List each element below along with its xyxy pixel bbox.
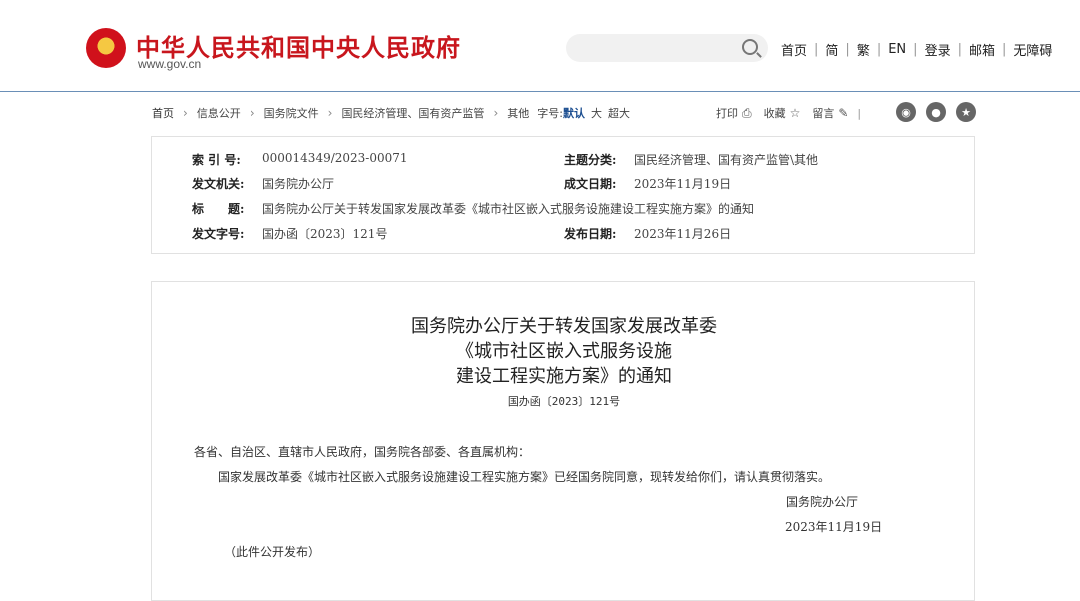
printer-icon: ⎙ (742, 105, 752, 120)
breadcrumb-economy[interactable]: 国民经济管理、国有资产监管 (341, 105, 484, 121)
salutation: 各省、自治区、直辖市人民政府，国务院各部委、各直属机构： (194, 445, 531, 459)
meta-row-title: 标 题: 国务院办公厅关于转发国家发展改革委《城市社区嵌入式服务设施建设工程实施… (192, 200, 754, 218)
font-size-xlarge[interactable]: 超大 (608, 105, 630, 121)
divider: | (913, 42, 918, 57)
article-title: 国务院办公厅关于转发国家发展改革委 《城市社区嵌入式服务设施 建设工程实施方案》… (152, 314, 976, 389)
search-icon[interactable] (742, 39, 758, 55)
pencil-icon: ✎ (838, 106, 849, 120)
article-title-line: 国务院办公厅关于转发国家发展改革委 (411, 316, 717, 337)
article-title-line: 建设工程实施方案》的通知 (456, 366, 672, 387)
divider: | (850, 106, 862, 120)
print-button[interactable]: 打印 ⎙ (716, 105, 752, 121)
font-size-label: 字号: (537, 107, 563, 120)
weibo-icon[interactable]: ◉ (896, 102, 916, 122)
created-value: 2023年11月19日 (634, 177, 732, 191)
star-outline-icon: ☆ (789, 106, 801, 120)
breadcrumb-home[interactable]: 首页 (152, 105, 174, 121)
title-value: 国务院办公厅关于转发国家发展改革委《城市社区嵌入式服务设施建设工程实施方案》的通… (262, 202, 755, 216)
chevron-right-icon: › (493, 106, 499, 120)
divider: | (876, 42, 882, 57)
published-value: 2023年11月26日 (634, 227, 732, 241)
index-label: 索 引 号: (192, 153, 241, 167)
divider: | (957, 42, 962, 57)
topic-value: 国民经济管理、国有资产监管\其他 (634, 153, 819, 167)
article-tools: 打印 ⎙ 收藏 ☆ 留言 ✎ | (716, 105, 873, 121)
comment-label: 留言 (812, 107, 835, 120)
meta-row-issuer: 发文机关: 国务院办公厅 (192, 175, 334, 193)
favorite-label: 收藏 (763, 107, 786, 120)
meta-row-index: 索 引 号: 000014349/2023-00071 (192, 151, 408, 169)
issuer-label: 发文机关: (192, 177, 245, 191)
breadcrumb-other[interactable]: 其他 (507, 105, 529, 121)
top-links: 首页 | 简 | 繁 | EN | 登录 | 邮箱 | 无障碍 (781, 40, 1052, 59)
site-url[interactable]: www.gov.cn (138, 57, 201, 71)
document-metadata: 索 引 号: 000014349/2023-00071 主题分类: 国民经济管理… (151, 136, 975, 254)
meta-row-published: 发布日期: 2023年11月26日 (564, 225, 731, 243)
article-title-line: 《城市社区嵌入式服务设施 (456, 341, 672, 362)
breadcrumb-state-council-docs[interactable]: 国务院文件 (264, 105, 319, 121)
link-traditional[interactable]: 繁 (857, 40, 870, 59)
meta-row-created: 成文日期: 2023年11月19日 (564, 175, 731, 193)
share-icons: ◉ ● ★ (896, 102, 976, 122)
print-label: 打印 (716, 107, 738, 120)
docno-value: 国办函〔2023〕121号 (262, 227, 388, 241)
title-label: 标 题: (192, 202, 245, 216)
site-header: 中华人民共和国中央人民政府 www.gov.cn 首页 | 简 | 繁 | EN | 登… (0, 0, 1080, 92)
link-english[interactable]: EN (888, 42, 906, 57)
font-size-default[interactable]: 默认 (563, 105, 585, 121)
link-mail[interactable]: 邮箱 (969, 40, 995, 59)
divider: | (1001, 42, 1007, 57)
signature: 国务院办公厅 (786, 495, 859, 509)
chevron-right-icon: › (327, 106, 333, 120)
search-input[interactable] (566, 34, 768, 62)
chevron-right-icon: › (249, 106, 255, 120)
breadcrumb: 首页 › 信息公开 › 国务院文件 › 国民经济管理、国有资产监管 › 其他 字… (152, 105, 630, 121)
link-simplified[interactable]: 简 (825, 40, 838, 59)
link-accessibility[interactable]: 无障碍 (1013, 40, 1052, 59)
link-login[interactable]: 登录 (925, 40, 951, 59)
created-label: 成文日期: (564, 177, 617, 191)
docno-label: 发文字号: (192, 227, 245, 241)
body-paragraph: 国家发展改革委《城市社区嵌入式服务设施建设工程实施方案》已经国务院同意，现转发给… (218, 470, 831, 484)
breadcrumb-info[interactable]: 信息公开 (197, 105, 241, 121)
topic-label: 主题分类: (564, 153, 617, 167)
issuer-value: 国务院办公厅 (262, 177, 335, 191)
link-home[interactable]: 首页 (781, 40, 807, 59)
signature-date: 2023年11月19日 (785, 520, 883, 534)
wechat-icon[interactable]: ● (926, 102, 946, 122)
comment-button[interactable]: 留言 ✎ | (812, 105, 861, 121)
star-icon[interactable]: ★ (956, 102, 976, 122)
divider: | (814, 42, 819, 57)
index-value: 000014349/2023-00071 (262, 151, 408, 165)
publication-note: （此件公开发布） (224, 545, 321, 559)
chevron-right-icon: › (183, 106, 188, 120)
national-emblem-icon[interactable] (86, 28, 126, 68)
meta-row-docno: 发文字号: 国办函〔2023〕121号 (192, 225, 387, 243)
header-divider (0, 91, 1080, 92)
divider: | (845, 42, 850, 57)
article-body: 国务院办公厅关于转发国家发展改革委 《城市社区嵌入式服务设施 建设工程实施方案》… (151, 281, 975, 601)
published-label: 发布日期: (564, 227, 617, 241)
meta-row-topic: 主题分类: 国民经济管理、国有资产监管\其他 (564, 151, 818, 169)
favorite-button[interactable]: 收藏 ☆ (764, 105, 801, 121)
font-size-options: 默认 大 超大 (563, 105, 630, 121)
article-doc-number: 国办函〔2023〕121号 (507, 395, 621, 408)
font-size-large[interactable]: 大 (591, 105, 602, 121)
